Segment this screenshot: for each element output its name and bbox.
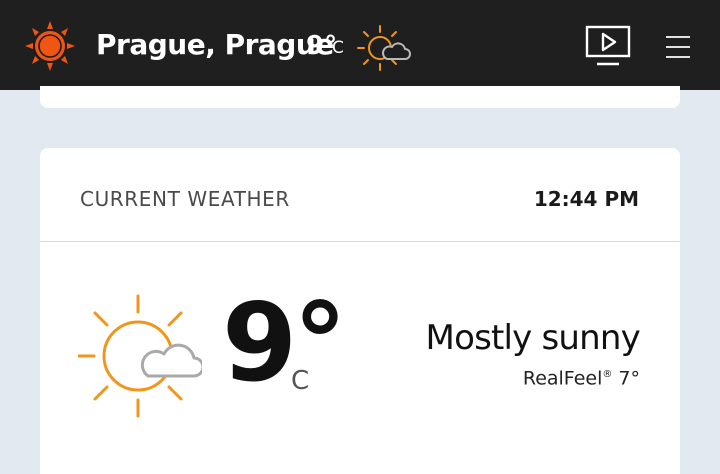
top-header: Prague, Prague 9° C	[0, 0, 720, 90]
realfeel: RealFeel® 7°	[523, 363, 640, 390]
sun-logo-icon[interactable]	[22, 20, 78, 72]
card-header: CURRENT WEATHER 12:44 PM	[40, 148, 680, 242]
mostly-sunny-icon	[78, 294, 202, 418]
weather-phrase: Mostly sunny	[425, 318, 641, 358]
hamburger-menu-icon[interactable]	[662, 30, 694, 64]
realfeel-value: 7°	[618, 367, 640, 390]
card-title: CURRENT WEATHER	[80, 187, 290, 211]
current-temperature-unit: C	[291, 366, 310, 396]
video-icon[interactable]	[584, 24, 632, 68]
previous-card	[40, 86, 680, 108]
realfeel-label: RealFeel	[522, 367, 603, 390]
location-name[interactable]: Prague, Prague	[96, 25, 334, 65]
observation-time: 12:44 PM	[533, 187, 639, 211]
registered-mark: ®	[602, 369, 613, 380]
header-temperature-unit: C	[332, 38, 344, 58]
partly-sunny-icon	[357, 25, 411, 71]
current-weather-card[interactable]: CURRENT WEATHER 12:44 PM 9° C Mostly sun…	[40, 148, 680, 474]
current-temperature: 9°	[222, 281, 347, 406]
